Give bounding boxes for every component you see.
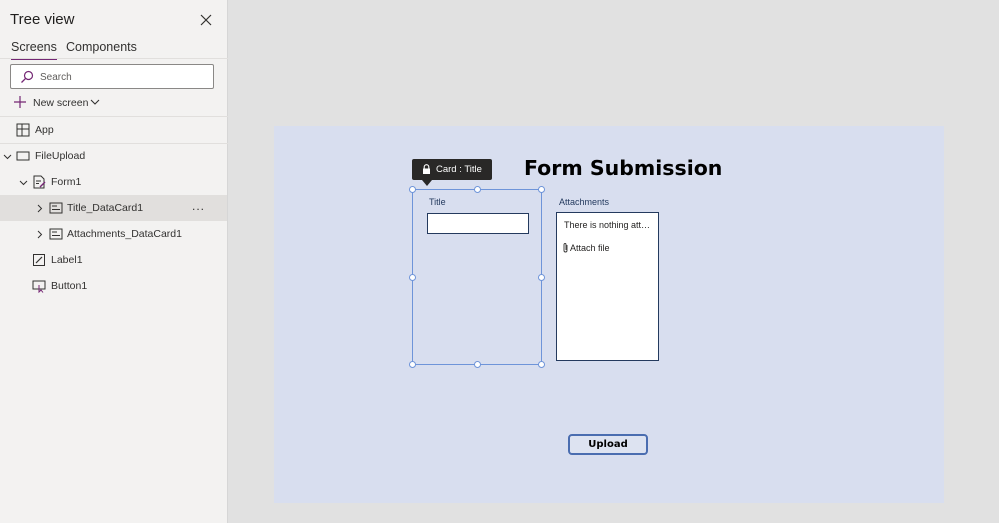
close-icon (200, 14, 212, 26)
datacard-icon (49, 228, 63, 240)
card-tooltip: Card : Title (412, 159, 492, 186)
plus-icon (14, 96, 26, 108)
attach-file-link[interactable]: Attach file (562, 242, 610, 253)
tree-item-label: Form1 (51, 176, 82, 188)
screen-icon (16, 151, 30, 161)
attachments-control[interactable]: There is nothing attached. Attach file (556, 212, 659, 361)
tree-item-label1[interactable]: Label1 (0, 247, 227, 273)
tree-item-form1[interactable]: Form1 (0, 169, 227, 195)
screen-canvas[interactable]: Form Submission Card : Title Title Attac… (274, 126, 944, 503)
tooltip-text: Card : Title (436, 164, 482, 175)
chevron-right-icon[interactable] (35, 230, 44, 239)
tree-item-attachments-datacard1[interactable]: Attachments_DataCard1 (0, 221, 227, 247)
more-options-icon[interactable]: ... (192, 199, 205, 213)
datacard-icon (49, 202, 63, 214)
resize-handle[interactable] (474, 361, 481, 368)
tree-item-button1[interactable]: Button1 (0, 273, 227, 299)
tree-item-label: Title_DataCard1 (67, 202, 144, 214)
lock-icon (423, 164, 430, 174)
tree-item-label: Attachments_DataCard1 (67, 228, 182, 240)
resize-handle[interactable] (538, 186, 545, 193)
tree-item-app[interactable]: App (0, 117, 227, 143)
resize-handle[interactable] (409, 186, 416, 193)
upload-button[interactable]: Upload (568, 434, 648, 455)
tree-item-fileupload[interactable]: FileUpload (0, 143, 227, 169)
form-icon (33, 175, 46, 189)
attachments-field-label: Attachments (559, 197, 610, 207)
new-screen-label: New screen (33, 97, 89, 109)
resize-handle[interactable] (474, 186, 481, 193)
button-icon (32, 280, 46, 293)
title-field-label: Title (429, 197, 446, 207)
resize-handle[interactable] (409, 361, 416, 368)
tree-item-label: App (35, 124, 54, 136)
tabs-divider (0, 58, 228, 59)
chevron-down-icon (90, 99, 100, 105)
title-input[interactable] (427, 213, 529, 234)
chevron-down-icon[interactable] (19, 178, 28, 187)
paperclip-icon (563, 243, 568, 253)
form-title-label[interactable]: Form Submission (524, 156, 722, 180)
tree-item-title-datacard1[interactable]: Title_DataCard1 ... (0, 195, 227, 221)
tree-view-panel: Tree view Screens Components New screen … (0, 0, 228, 523)
tree-item-label: Label1 (51, 254, 83, 266)
resize-handle[interactable] (409, 274, 416, 281)
search-input[interactable] (40, 68, 210, 86)
label-icon (33, 254, 45, 266)
chevron-down-icon[interactable] (3, 152, 12, 161)
tree-item-label: FileUpload (35, 150, 86, 162)
close-panel-button[interactable] (197, 11, 215, 29)
panel-title: Tree view (10, 11, 75, 28)
title-datacard[interactable]: Title (409, 186, 545, 368)
chevron-right-icon[interactable] (35, 204, 44, 213)
tree-item-label: Button1 (51, 280, 88, 292)
search-box[interactable] (10, 64, 214, 89)
tab-components[interactable]: Components (66, 40, 137, 54)
attach-file-label: Attach file (570, 243, 610, 253)
search-icon (21, 70, 34, 83)
new-screen-button[interactable]: New screen (12, 94, 112, 112)
attachments-empty-text: There is nothing attached. (564, 220, 654, 230)
app-icon (16, 123, 30, 137)
resize-handle[interactable] (538, 274, 545, 281)
resize-handle[interactable] (538, 361, 545, 368)
tab-screens[interactable]: Screens (11, 40, 57, 60)
